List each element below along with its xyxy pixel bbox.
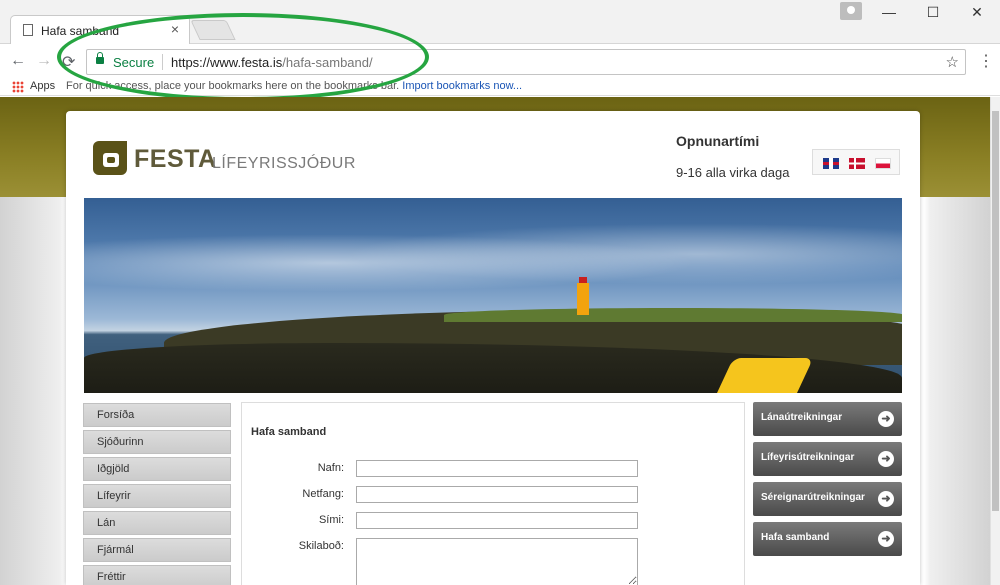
profile-icon[interactable] xyxy=(840,2,862,20)
right-navigation: Lánaútreikningar ➜ Lífeyrisútreikningar … xyxy=(753,402,902,562)
arrow-right-icon: ➜ xyxy=(878,491,894,507)
pension-calculations-button[interactable]: Lífeyrisútreikningar ➜ xyxy=(753,442,902,476)
nav-item-sjodurinn[interactable]: Sjóðurinn xyxy=(83,430,231,454)
nav-item-forsida[interactable]: Forsíða xyxy=(83,403,231,427)
address-bar[interactable]: Secure https://www.festa.is/hafa-samband… xyxy=(86,49,966,75)
loan-calculations-label: Lánaútreikningar xyxy=(761,412,843,423)
phone-label: Sími: xyxy=(318,514,344,526)
lighthouse xyxy=(577,277,589,315)
email-label: Netfang: xyxy=(302,488,344,500)
page-scrollbar[interactable] xyxy=(990,97,1000,585)
form-title: Hafa samband xyxy=(251,426,327,438)
message-label: Skilaboð: xyxy=(298,540,344,552)
maximize-icon[interactable]: ☐ xyxy=(918,4,948,21)
url-host: https://www.festa.is xyxy=(171,55,283,70)
festa-logo-icon[interactable] xyxy=(93,141,127,175)
url-text[interactable]: https://www.festa.is/hafa-samband/ xyxy=(171,55,373,70)
minimize-icon[interactable]: — xyxy=(874,4,904,20)
browser-menu-icon[interactable]: ⋮ xyxy=(978,51,994,71)
brand-subtitle: LÍFEYRISSJÓÐUR xyxy=(212,155,356,172)
bookmark-star-icon[interactable]: ☆ xyxy=(946,53,959,71)
opening-hours-text: 9-16 alla virka daga xyxy=(676,165,790,180)
nav-item-lan[interactable]: Lán xyxy=(83,511,231,535)
contact-us-label: Hafa samband xyxy=(761,532,830,543)
forward-icon[interactable]: → xyxy=(36,52,52,70)
address-separator xyxy=(162,54,163,70)
lighthouse-banner-image xyxy=(84,198,902,393)
web-page: FESTA LÍFEYRISSJÓÐUR Opnunartími 9-16 al… xyxy=(0,97,1000,585)
nav-item-lifeyrir[interactable]: Lífeyrir xyxy=(83,484,231,508)
bookmarks-bar: Apps For quick access, place your bookma… xyxy=(0,78,1000,96)
site-container: FESTA LÍFEYRISSJÓÐUR Opnunartími 9-16 al… xyxy=(66,111,920,585)
english-flag-icon[interactable] xyxy=(823,158,839,169)
arrow-right-icon: ➜ xyxy=(878,531,894,547)
email-input[interactable] xyxy=(356,486,638,503)
new-tab-button[interactable] xyxy=(190,20,236,40)
scrollbar-thumb[interactable] xyxy=(992,111,999,511)
danish-flag-icon[interactable] xyxy=(849,158,865,169)
language-selector xyxy=(812,149,900,175)
left-navigation: Forsíða Sjóðurinn Iðgjöld Lífeyrir Lán F… xyxy=(83,403,231,585)
nav-item-frettir[interactable]: Fréttir xyxy=(83,565,231,585)
name-label: Nafn: xyxy=(317,462,344,474)
private-pension-calculations-label: Séreignarútreikningar xyxy=(761,492,865,503)
document-icon xyxy=(23,24,33,36)
loan-calculations-button[interactable]: Lánaútreikningar ➜ xyxy=(753,402,902,436)
arrow-right-icon: ➜ xyxy=(878,451,894,467)
import-bookmarks-link[interactable]: Import bookmarks now... xyxy=(402,80,522,92)
phone-input[interactable] xyxy=(356,512,638,529)
apps-shortcut[interactable]: Apps xyxy=(30,80,55,92)
arrow-right-icon: ➜ xyxy=(878,411,894,427)
contact-form-panel: Hafa samband Nafn: Netfang: Sími: Skilab… xyxy=(241,402,745,585)
browser-toolbar: ← → ⟳ Secure https://www.festa.is/hafa-s… xyxy=(0,44,1000,78)
opening-hours-title: Opnunartími xyxy=(676,133,760,149)
back-icon[interactable]: ← xyxy=(10,52,26,70)
contact-us-button[interactable]: Hafa samband ➜ xyxy=(753,522,902,556)
bookmarks-hint-text: For quick access, place your bookmarks h… xyxy=(66,80,400,92)
tab-title: Hafa samband xyxy=(41,24,120,38)
polish-flag-icon[interactable] xyxy=(875,158,891,169)
url-path: /hafa-samband/ xyxy=(282,55,373,70)
window-close-icon[interactable]: ✕ xyxy=(962,4,992,21)
secure-label: Secure xyxy=(113,55,155,70)
nav-item-fjarmal[interactable]: Fjármál xyxy=(83,538,231,562)
apps-grid-icon[interactable] xyxy=(12,81,24,93)
pension-calculations-label: Lífeyrisútreikningar xyxy=(761,452,855,463)
bookmarks-hint: For quick access, place your bookmarks h… xyxy=(66,80,522,92)
name-input[interactable] xyxy=(356,460,638,477)
browser-titlebar: Hafa samband × — ☐ ✕ xyxy=(0,0,1000,44)
nav-item-idgjold[interactable]: Iðgjöld xyxy=(83,457,231,481)
private-pension-calculations-button[interactable]: Séreignarútreikningar ➜ xyxy=(753,482,902,516)
tab-close-icon[interactable]: × xyxy=(171,21,179,37)
reload-icon[interactable]: ⟳ xyxy=(62,52,75,72)
browser-tab[interactable]: Hafa samband × xyxy=(10,15,190,44)
brand-name[interactable]: FESTA xyxy=(134,145,217,174)
message-textarea[interactable] xyxy=(356,538,638,585)
lock-icon xyxy=(96,52,104,64)
